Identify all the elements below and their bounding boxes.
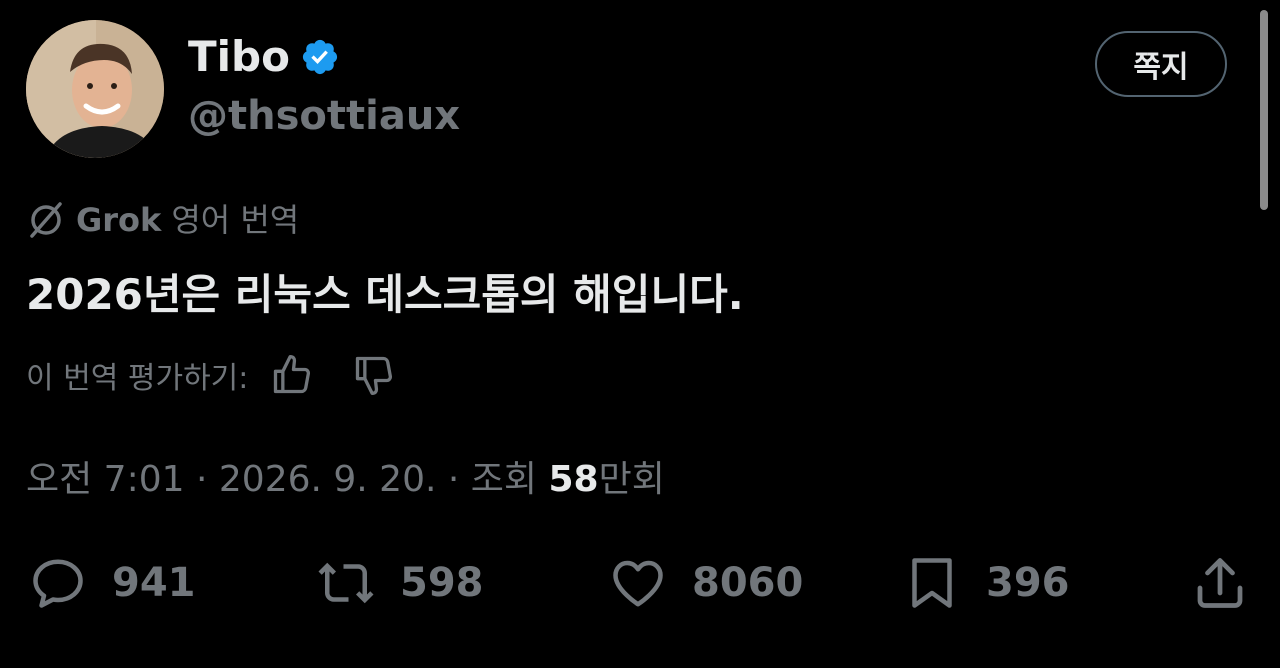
- heart-icon: [613, 560, 663, 607]
- reply-icon: [33, 559, 83, 608]
- share-button[interactable]: [1190, 548, 1250, 618]
- dm-button[interactable]: 쪽지: [1095, 31, 1227, 97]
- rate-translation-label: 이 번역 평가하기:: [26, 361, 249, 396]
- verified-badge-icon[interactable]: [300, 37, 340, 77]
- repost-button[interactable]: 598: [316, 548, 484, 618]
- reply-button[interactable]: 941: [28, 548, 196, 618]
- meta-separator: ·: [447, 459, 460, 500]
- avatar-image: [26, 20, 164, 158]
- tweet-text: 2026년은 리눅스 데스크톱의 해입니다.: [26, 270, 744, 319]
- like-count: 8060: [692, 560, 804, 606]
- meta-separator: ·: [195, 459, 208, 500]
- tweet-meta: 오전 7:01 · 2026. 9. 20. · 조회 58만회: [26, 458, 665, 501]
- like-button[interactable]: 8060: [608, 548, 803, 618]
- views-label: 조회: [470, 459, 538, 500]
- tweet-actions-bar: 941 598 8060 396: [0, 548, 1280, 618]
- author-handle[interactable]: @thsottiaux: [188, 96, 460, 136]
- grok-provider-name: Grok: [76, 201, 162, 239]
- bookmark-button[interactable]: 396: [902, 548, 1070, 618]
- author-display-name-row[interactable]: Tibo: [188, 36, 340, 78]
- bookmark-icon: [912, 558, 952, 608]
- author-display-name[interactable]: Tibo: [188, 36, 290, 78]
- repost-count: 598: [400, 560, 484, 606]
- bookmark-count: 396: [986, 560, 1070, 606]
- views-count: 58: [548, 459, 599, 500]
- grok-translation-header: Grok 영어 번역: [26, 200, 299, 240]
- tweet-time[interactable]: 오전 7:01: [26, 459, 185, 500]
- thumbs-down-icon[interactable]: [352, 353, 396, 397]
- avatar[interactable]: [26, 20, 164, 158]
- views-unit: 만회: [598, 459, 665, 500]
- scrollbar-thumb[interactable]: [1260, 10, 1268, 210]
- repost-icon: [318, 562, 374, 604]
- translation-label: 영어 번역: [171, 201, 300, 239]
- rate-translation-row: 이 번역 평가하기:: [26, 353, 396, 397]
- reply-count: 941: [112, 560, 196, 606]
- share-icon: [1197, 558, 1243, 608]
- thumbs-up-icon[interactable]: [270, 353, 314, 397]
- grok-icon: [30, 202, 62, 238]
- tweet-date[interactable]: 2026. 9. 20.: [219, 459, 437, 500]
- tweet-detail-page: Tibo @thsottiaux 쪽지 Grok 영어 번역 2026년은 리눅…: [0, 0, 1280, 668]
